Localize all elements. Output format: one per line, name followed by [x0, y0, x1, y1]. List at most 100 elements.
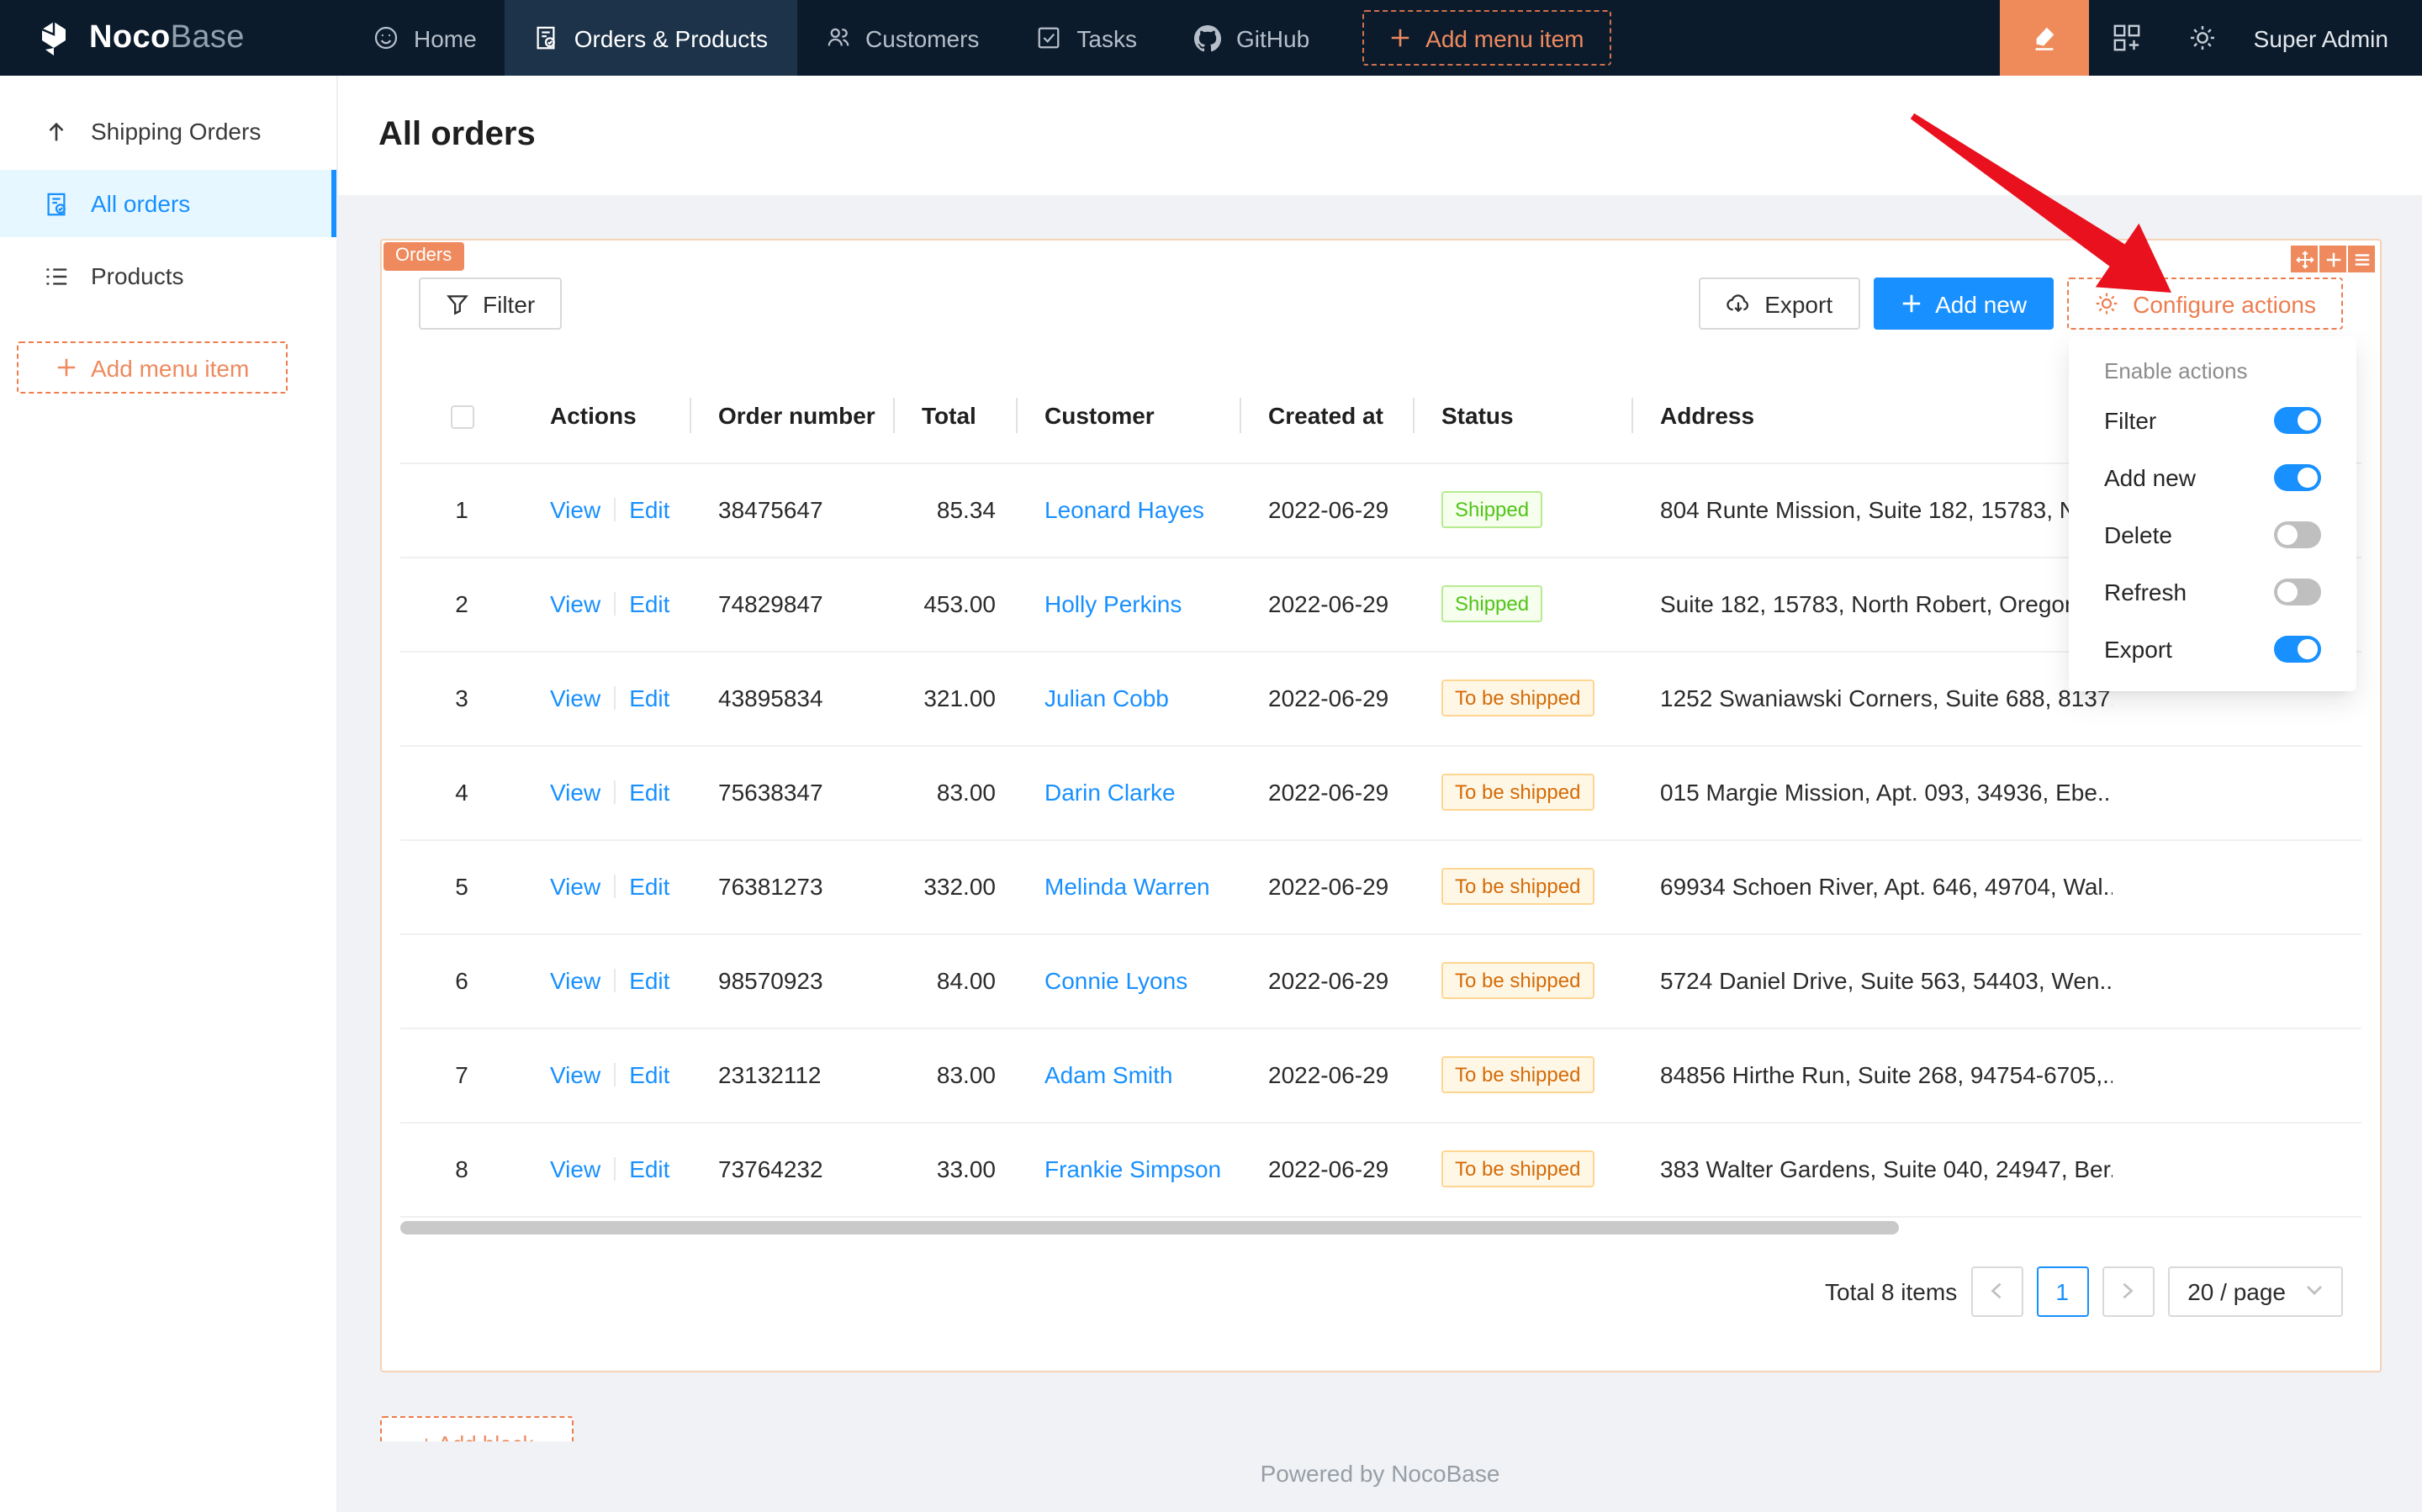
drag-handle-icon[interactable] — [2291, 246, 2318, 272]
next-page-button[interactable] — [2102, 1266, 2154, 1316]
row-actions: View Edit — [523, 1122, 691, 1216]
cell-created-at: 2022-06-29 — [1241, 745, 1415, 839]
edit-link[interactable]: Edit — [629, 873, 669, 900]
sidebar-item-shipping-orders[interactable]: Shipping Orders — [0, 98, 336, 165]
block-menu-icon[interactable] — [2348, 246, 2375, 272]
toggle-export[interactable] — [2274, 636, 2321, 663]
status-badge: To be shipped — [1441, 1150, 1594, 1187]
edit-link[interactable]: Edit — [629, 779, 669, 806]
cell-customer: Frankie Simpson — [1018, 1122, 1241, 1216]
add-block-icon[interactable] — [2319, 246, 2346, 272]
settings-button[interactable] — [2165, 0, 2240, 76]
enable-actions-item[interactable]: Export — [2069, 621, 2356, 678]
sidebar-item-all-orders[interactable]: All orders — [0, 170, 336, 237]
logo-cube-icon — [34, 18, 74, 58]
row-index: 1 — [400, 463, 523, 557]
page-size-select[interactable]: 20 / page — [2167, 1266, 2343, 1316]
cell-total: 83.00 — [895, 745, 1018, 839]
table-row: 8 ViewEdit 73764232 33.00 Frankie Simpso… — [400, 1122, 2361, 1216]
cell-address: 69934 Schoen River, Apt. 646, 49704, Wal… — [1633, 839, 2113, 933]
customer-link[interactable]: Connie Lyons — [1044, 967, 1187, 994]
cloud-download-icon — [1726, 291, 1751, 316]
cell-filler — [2113, 1122, 2361, 1216]
nocobase-logo[interactable]: NocoBase — [0, 18, 345, 58]
status-badge: To be shipped — [1441, 679, 1594, 716]
status-badge: Shipped — [1441, 491, 1542, 528]
col-header-actions: Actions — [523, 370, 691, 463]
configure-actions-button[interactable]: Configure actions — [2067, 278, 2343, 330]
view-link[interactable]: View — [550, 496, 600, 523]
edit-link[interactable]: Edit — [629, 967, 669, 994]
view-link[interactable]: View — [550, 873, 600, 900]
user-menu[interactable]: Super Admin — [2254, 24, 2388, 51]
customer-link[interactable]: Darin Clarke — [1044, 779, 1176, 806]
enable-actions-item[interactable]: Delete — [2069, 506, 2356, 563]
edit-link[interactable]: Edit — [629, 496, 669, 523]
cell-order-number: 75638347 — [691, 745, 895, 839]
toggle-delete[interactable] — [2274, 521, 2321, 548]
toggle-refresh[interactable] — [2274, 579, 2321, 605]
edit-link[interactable]: Edit — [629, 590, 669, 617]
link-divider — [614, 592, 616, 616]
view-link[interactable]: View — [550, 590, 600, 617]
enable-actions-item[interactable]: Filter — [2069, 392, 2356, 449]
row-index: 3 — [400, 651, 523, 745]
cell-address: 383 Walter Gardens, Suite 040, 24947, Be… — [1633, 1122, 2113, 1216]
sidebar-add-menu-item-button[interactable]: Add menu item — [17, 341, 288, 394]
cell-customer: Darin Clarke — [1018, 745, 1241, 839]
view-link[interactable]: View — [550, 967, 600, 994]
customer-link[interactable]: Adam Smith — [1044, 1061, 1173, 1088]
col-header-address: Address — [1633, 370, 2113, 463]
cell-filler — [2113, 745, 2361, 839]
row-index: 8 — [400, 1122, 523, 1216]
ui-editor-toggle-button[interactable] — [2000, 0, 2089, 76]
toggle-add-new[interactable] — [2274, 464, 2321, 491]
view-link[interactable]: View — [550, 1155, 600, 1182]
customer-link[interactable]: Frankie Simpson — [1044, 1155, 1221, 1182]
list-icon — [44, 263, 69, 288]
block-collection-tag: Orders — [383, 242, 463, 271]
row-actions: View Edit — [523, 557, 691, 651]
select-all-checkbox[interactable] — [450, 406, 473, 430]
sidebar-item-products[interactable]: Products — [0, 242, 336, 309]
nav-item-tasks[interactable]: Tasks — [1007, 0, 1166, 76]
link-divider — [614, 1157, 616, 1181]
filter-button[interactable]: Filter — [419, 278, 562, 330]
link-divider — [614, 498, 616, 521]
enable-actions-item[interactable]: Refresh — [2069, 563, 2356, 621]
view-link[interactable]: View — [550, 779, 600, 806]
customer-link[interactable]: Holly Perkins — [1044, 590, 1182, 617]
customer-link[interactable]: Leonard Hayes — [1044, 496, 1204, 523]
edit-link[interactable]: Edit — [629, 1155, 669, 1182]
edit-link[interactable]: Edit — [629, 685, 669, 711]
table-row: 2 ViewEdit 74829847 453.00 Holly Perkins… — [400, 557, 2361, 651]
add-new-button[interactable]: Add new — [1873, 278, 2054, 330]
nav-add-menu-item-button[interactable]: Add menu item — [1362, 10, 1610, 66]
cell-order-number: 23132112 — [691, 1028, 895, 1122]
edit-link[interactable]: Edit — [629, 1061, 669, 1088]
customer-link[interactable]: Melinda Warren — [1044, 873, 1210, 900]
plugin-manager-button[interactable] — [2089, 0, 2165, 76]
enable-actions-item[interactable]: Add new — [2069, 449, 2356, 506]
nav-item-github[interactable]: GitHub — [1166, 0, 1338, 76]
table-horizontal-scrollbar[interactable] — [400, 1220, 1899, 1234]
view-link[interactable]: View — [550, 1061, 600, 1088]
customer-link[interactable]: Julian Cobb — [1044, 685, 1169, 711]
table-row: 3 ViewEdit 43895834 321.00 Julian Cobb 2… — [400, 651, 2361, 745]
file-done-icon — [534, 25, 559, 50]
cell-status: To be shipped — [1415, 1028, 1633, 1122]
nav-item-home[interactable]: Home — [345, 0, 505, 76]
view-link[interactable]: View — [550, 685, 600, 711]
nav-item-customers[interactable]: Customers — [796, 0, 1007, 76]
cell-order-number: 43895834 — [691, 651, 895, 745]
top-navbar: NocoBase Home — [0, 0, 2422, 76]
col-header-customer: Customer — [1018, 370, 1241, 463]
cell-filler — [2113, 1028, 2361, 1122]
cell-created-at: 2022-06-29 — [1241, 557, 1415, 651]
prev-page-button[interactable] — [1970, 1266, 2023, 1316]
page-1-button[interactable]: 1 — [2036, 1266, 2088, 1316]
nav-item-orders-products[interactable]: Orders & Products — [505, 0, 796, 76]
export-button[interactable]: Export — [1699, 278, 1859, 330]
add-block-button[interactable]: + Add block — [380, 1416, 574, 1441]
toggle-filter[interactable] — [2274, 407, 2321, 434]
